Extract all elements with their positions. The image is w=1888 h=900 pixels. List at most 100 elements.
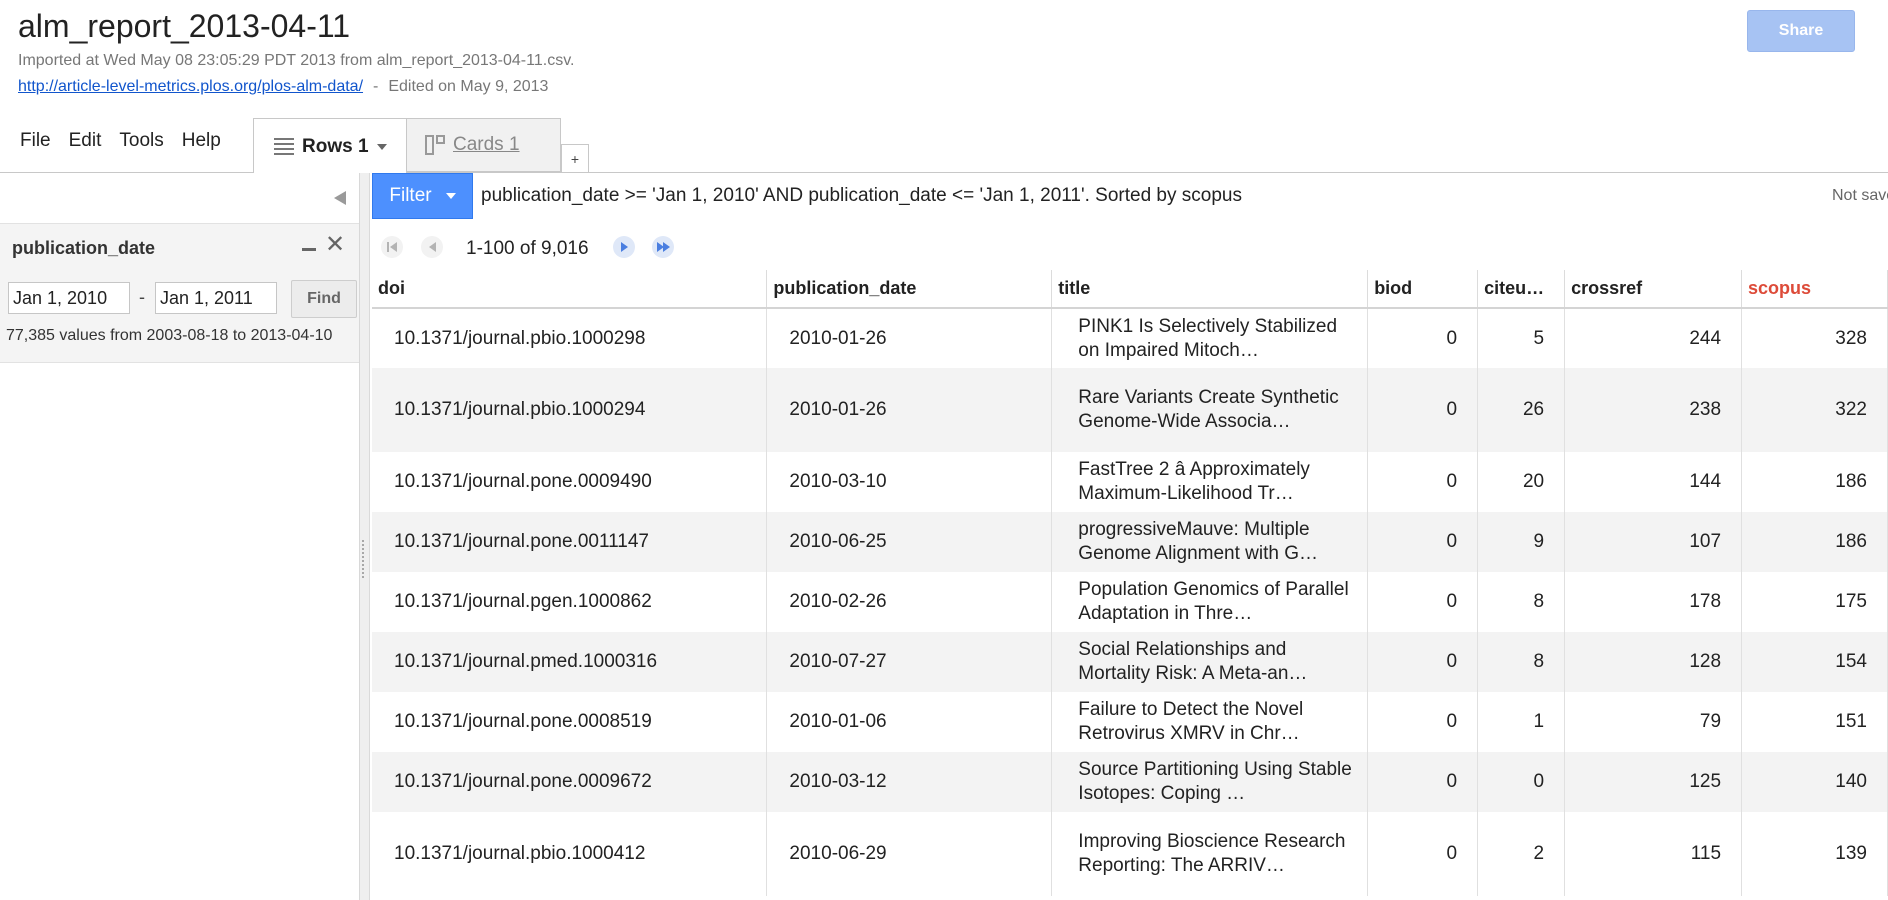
col-header-title[interactable]: title [1051,270,1369,309]
cell-scopus: 151 [1741,692,1888,752]
table-row[interactable]: 10.1371/journal.pgen.1000862 2010-02-26 … [372,572,1888,632]
cell-crossref: 125 [1564,752,1743,812]
filter-button[interactable]: Filter [372,173,473,219]
cell-date: 2010-07-27 [766,632,1053,692]
date-to-input[interactable] [155,282,277,314]
table-row[interactable]: 10.1371/journal.pone.0008519 2010-01-06 … [372,692,1888,752]
cell-citeu: 5 [1477,308,1566,368]
cell-doi: 10.1371/journal.pbio.1000294 [372,368,768,452]
cell-citeu: 20 [1477,452,1566,512]
filter-button-label: Filter [389,185,432,206]
table-header-row: doi publication_date title biod citeu… c… [372,270,1888,309]
find-button[interactable]: Find [291,280,357,318]
cell-title: Rare Variants Create Synthetic Genome-Wi… [1051,368,1369,452]
cell-doi: 10.1371/journal.pone.0011147 [372,512,768,572]
cell-date: 2010-01-26 [766,308,1053,368]
cell-citeu: 8 [1477,632,1566,692]
chevron-down-icon[interactable] [376,143,387,150]
cell-scopus: 154 [1741,632,1888,692]
value-range-info: 77,385 values from 2003-08-18 to 2013-04… [6,327,333,344]
cell-biod: 0 [1367,452,1479,512]
cell-title: Social Relationships and Mortality Risk:… [1051,632,1369,692]
cell-citeu: 2 [1477,812,1566,896]
meta-line: http://article-level-metrics.plos.org/pl… [18,78,548,96]
table-row[interactable]: 10.1371/journal.pone.0009672 2010-03-12 … [372,752,1888,812]
cell-biod: 0 [1367,512,1479,572]
cell-title: Improving Bioscience Research Reporting:… [1051,812,1369,896]
col-header-crossref[interactable]: crossref [1564,270,1743,309]
cell-biod: 0 [1367,572,1479,632]
cell-scopus: 139 [1741,812,1888,896]
minimize-icon[interactable] [302,248,316,251]
date-range-dash: - [139,287,145,307]
first-page-icon[interactable] [381,236,403,258]
filter-panel: publication_date ✕ - Find 77,385 values … [0,173,360,900]
menu-bar: File Edit Tools Help [20,130,221,152]
cell-crossref: 144 [1564,452,1743,512]
cell-scopus: 186 [1741,512,1888,572]
filter-expression: publication_date >= 'Jan 1, 2010' AND pu… [481,185,1242,206]
cell-doi: 10.1371/journal.pone.0009672 [372,752,768,812]
cell-biod: 0 [1367,368,1479,452]
table-row[interactable]: 10.1371/journal.pone.0009490 2010-03-10 … [372,452,1888,512]
cell-crossref: 238 [1564,368,1743,452]
panel-splitter[interactable] [360,173,370,900]
table-row[interactable]: 10.1371/journal.pbio.1000298 2010-01-26 … [372,308,1888,368]
meta-separator: - [373,78,379,95]
table-row[interactable]: 10.1371/journal.pbio.1000294 2010-01-26 … [372,368,1888,452]
cell-date: 2010-01-06 [766,692,1053,752]
cell-doi: 10.1371/journal.pbio.1000298 [372,308,768,368]
cell-date: 2010-03-10 [766,452,1053,512]
source-link[interactable]: http://article-level-metrics.plos.org/pl… [18,78,363,95]
save-status: Not saved [1832,187,1888,204]
cell-crossref: 107 [1564,512,1743,572]
tab-cards[interactable]: Cards 1 [407,118,561,172]
collapse-panel-icon[interactable] [334,191,346,205]
cell-date: 2010-06-29 [766,812,1053,896]
pager-range: 1-100 of 9,016 [466,238,589,259]
filter-column-name: publication_date [12,238,156,258]
last-page-icon[interactable] [652,236,674,258]
table-row[interactable]: 10.1371/journal.pone.0011147 2010-06-25 … [372,512,1888,572]
next-page-icon[interactable] [613,236,635,258]
chevron-down-icon [445,193,456,199]
cell-biod: 0 [1367,812,1479,896]
table-row[interactable]: 10.1371/journal.pbio.1000412 2010-06-29 … [372,812,1888,896]
tab-rows-label: Rows 1 [302,135,369,157]
col-header-biod[interactable]: biod [1367,270,1479,309]
menu-file[interactable]: File [20,130,51,152]
cell-crossref: 178 [1564,572,1743,632]
col-header-publication-date[interactable]: publication_date [766,270,1053,309]
import-info: Imported at Wed May 08 23:05:29 PDT 2013… [18,52,575,69]
close-icon[interactable]: ✕ [325,233,345,257]
drag-handle-icon[interactable] [362,540,366,578]
cell-citeu: 26 [1477,368,1566,452]
add-tab-button[interactable]: + [561,144,589,172]
menu-edit[interactable]: Edit [69,130,102,152]
cell-title: Population Genomics of Parallel Adaptati… [1051,572,1369,632]
cell-date: 2010-02-26 [766,572,1053,632]
cell-scopus: 322 [1741,368,1888,452]
previous-page-icon[interactable] [421,236,443,258]
cell-citeu: 9 [1477,512,1566,572]
cell-doi: 10.1371/journal.pmed.1000316 [372,632,768,692]
cell-doi: 10.1371/journal.pone.0008519 [372,692,768,752]
cell-scopus: 175 [1741,572,1888,632]
share-button[interactable]: Share [1747,10,1855,52]
menu-help[interactable]: Help [182,130,221,152]
cell-scopus: 328 [1741,308,1888,368]
table-row[interactable]: 10.1371/journal.pmed.1000316 2010-07-27 … [372,632,1888,692]
col-header-scopus[interactable]: scopus [1741,270,1888,309]
data-table: doi publication_date title biod citeu… c… [372,270,1888,896]
tab-cards-label: Cards 1 [453,134,520,155]
tab-rows[interactable]: Rows 1 [253,118,407,174]
cell-date: 2010-03-12 [766,752,1053,812]
cell-citeu: 8 [1477,572,1566,632]
col-header-doi[interactable]: doi [372,270,768,309]
cell-title: progressiveMauve: Multiple Genome Alignm… [1051,512,1369,572]
col-header-citeulike[interactable]: citeu… [1477,270,1566,309]
date-from-input[interactable] [8,282,130,314]
menu-tools[interactable]: Tools [119,130,163,152]
cell-biod: 0 [1367,308,1479,368]
edited-info: Edited on May 9, 2013 [388,78,549,95]
